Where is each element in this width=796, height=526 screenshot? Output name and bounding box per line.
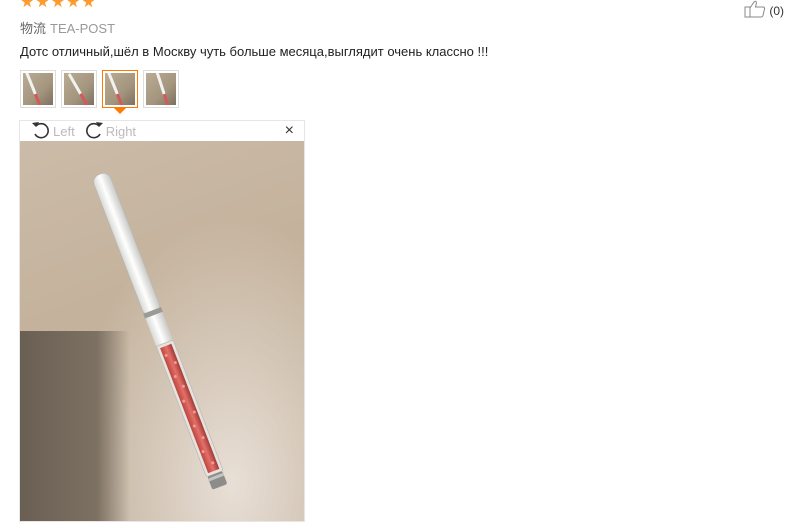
rating-stars: ★ ★ ★ ★ ★ <box>20 0 96 11</box>
thumbnail-4[interactable] <box>143 70 179 108</box>
rotate-right-button[interactable]: Right <box>83 120 136 143</box>
rotate-left-label[interactable]: Left <box>53 124 75 139</box>
thumbnail-image <box>64 73 94 105</box>
shipping-value: TEA-POST <box>50 21 116 36</box>
pen-illustration <box>93 172 227 490</box>
rotate-right-icon[interactable] <box>83 120 106 143</box>
helpful-count: (0) <box>769 3 784 18</box>
star-icon: ★ <box>66 0 81 11</box>
helpful-button[interactable]: (0) <box>744 0 784 21</box>
thumbnail-image <box>23 73 53 105</box>
star-icon: ★ <box>81 0 96 11</box>
star-icon: ★ <box>50 0 66 11</box>
star-icon: ★ <box>35 0 50 11</box>
thumbs-up-icon[interactable] <box>744 0 766 21</box>
rotate-right-label[interactable]: Right <box>106 124 136 139</box>
thumbnail-2[interactable] <box>61 70 97 108</box>
thumbnail-image <box>105 73 135 105</box>
close-icon[interactable]: × <box>285 122 294 140</box>
rotate-left-icon[interactable] <box>30 120 53 143</box>
thumbnail-3-active[interactable] <box>102 70 138 114</box>
viewer-toolbar: Left Right × <box>20 121 304 141</box>
image-viewer: Left Right × <box>19 120 305 522</box>
thumbnail-image <box>146 73 176 105</box>
thumbnail-1[interactable] <box>20 70 56 108</box>
active-caret-icon <box>114 108 126 114</box>
star-icon: ★ <box>20 0 35 11</box>
shipping-info: 物流 TEA-POST <box>20 18 115 37</box>
review-photo <box>20 141 304 521</box>
shipping-label: 物流 <box>20 21 47 36</box>
review-text: Дотс отличный,шёл в Москву чуть больше м… <box>20 44 489 59</box>
rotate-left-button[interactable]: Left <box>30 120 75 143</box>
thumbnail-strip <box>20 70 179 114</box>
